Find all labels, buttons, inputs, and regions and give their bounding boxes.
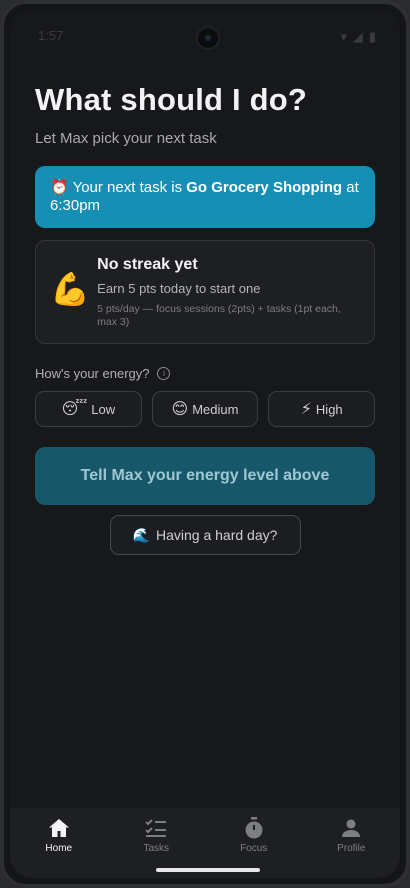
streak-card: 💪 No streak yet Earn 5 pts today to star… <box>35 240 375 344</box>
device-frame: 1:57 ▾ ◢ ▮ What should I do? Let Max pic… <box>0 0 410 888</box>
streak-text: No streak yet Earn 5 pts today to start … <box>97 256 360 329</box>
hard-day-button[interactable]: 🌊 Having a hard day? <box>109 515 301 555</box>
next-task-prefix: ⏰ Your next task is <box>50 179 187 196</box>
streak-subtitle: Earn 5 pts today to start one <box>97 281 261 296</box>
nav-profile[interactable]: Profile <box>311 816 391 878</box>
home-icon <box>48 819 69 837</box>
info-icon[interactable]: i <box>157 367 171 380</box>
nav-home[interactable]: Home <box>19 816 99 878</box>
smiling-face-icon: 😊 <box>171 401 189 418</box>
muscle-icon: 💪 <box>50 271 90 307</box>
next-task-name: Go Grocery Shopping <box>186 179 343 196</box>
checklist-icon <box>145 819 167 837</box>
energy-options: 😴 Low 😊 Medium ⚡ High <box>35 391 376 427</box>
sleepy-face-icon: 😴 <box>61 401 88 418</box>
page-title: What should I do? <box>35 82 308 117</box>
wave-icon: 🌊 <box>132 526 150 543</box>
page-subtitle: Let Max pick your next task <box>35 130 217 147</box>
home-indicator[interactable] <box>156 868 260 872</box>
energy-medium-button[interactable]: 😊 Medium <box>151 391 259 427</box>
energy-low-button[interactable]: 😴 Low <box>35 391 142 427</box>
lightning-icon: ⚡ <box>300 401 312 418</box>
timer-icon <box>245 817 263 839</box>
battery-icon: ▮ <box>368 29 376 44</box>
main-content: What should I do? Let Max pick your next… <box>35 82 376 555</box>
next-task-card[interactable]: ⏰ Your next task is Go Grocery Shopping … <box>35 166 375 228</box>
pick-task-button[interactable]: Tell Max your energy level above <box>35 447 375 505</box>
front-camera <box>196 26 220 50</box>
streak-note: 5 pts/day — focus sessions (2pts) + task… <box>97 303 341 328</box>
streak-title: No streak yet <box>97 256 198 273</box>
person-icon <box>342 819 361 837</box>
screen: 1:57 ▾ ◢ ▮ What should I do? Let Max pic… <box>10 10 400 878</box>
energy-high-button[interactable]: ⚡ High <box>268 391 376 427</box>
signal-icon: ◢ <box>352 29 363 44</box>
status-icons: ▾ ◢ ▮ <box>340 29 376 45</box>
energy-label: How's your energy? i <box>35 366 375 381</box>
wifi-icon: ▾ <box>340 29 347 44</box>
status-time: 1:57 <box>38 28 64 43</box>
